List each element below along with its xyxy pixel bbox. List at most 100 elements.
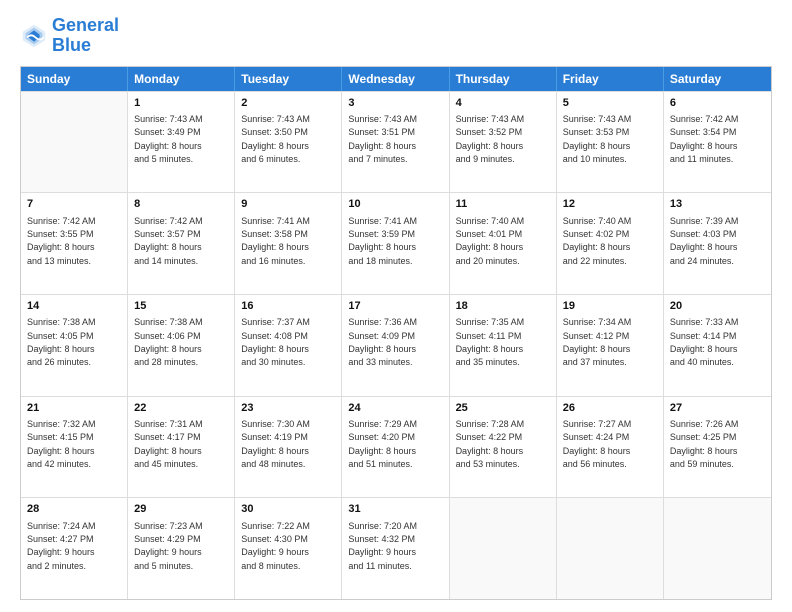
day-number: 27 <box>670 401 765 416</box>
cell-content: Sunrise: 7:37 AM Sunset: 4:08 PM Dayligh… <box>241 317 310 367</box>
day-number: 4 <box>456 96 550 111</box>
day-cell-12: 12 Sunrise: 7:40 AM Sunset: 4:02 PM Dayli… <box>557 193 664 294</box>
header-cell-wednesday: Wednesday <box>342 67 449 91</box>
day-cell-23: 23 Sunrise: 7:30 AM Sunset: 4:19 PM Dayli… <box>235 397 342 498</box>
logo: General Blue <box>20 16 119 56</box>
day-number: 21 <box>27 401 121 416</box>
calendar-row-2: 7 Sunrise: 7:42 AM Sunset: 3:55 PM Daylig… <box>21 192 771 294</box>
cell-content: Sunrise: 7:31 AM Sunset: 4:17 PM Dayligh… <box>134 419 203 469</box>
cell-content: Sunrise: 7:30 AM Sunset: 4:19 PM Dayligh… <box>241 419 310 469</box>
day-number: 3 <box>348 96 442 111</box>
header-cell-thursday: Thursday <box>450 67 557 91</box>
day-number: 30 <box>241 502 335 517</box>
header-cell-friday: Friday <box>557 67 664 91</box>
calendar: SundayMondayTuesdayWednesdayThursdayFrid… <box>20 66 772 600</box>
day-cell-6: 6 Sunrise: 7:42 AM Sunset: 3:54 PM Daylig… <box>664 92 771 193</box>
day-cell-20: 20 Sunrise: 7:33 AM Sunset: 4:14 PM Dayli… <box>664 295 771 396</box>
day-number: 22 <box>134 401 228 416</box>
header-cell-monday: Monday <box>128 67 235 91</box>
day-number: 9 <box>241 197 335 212</box>
cell-content: Sunrise: 7:42 AM Sunset: 3:55 PM Dayligh… <box>27 216 96 266</box>
cell-content: Sunrise: 7:43 AM Sunset: 3:51 PM Dayligh… <box>348 114 417 164</box>
header: General Blue <box>20 16 772 56</box>
cell-content: Sunrise: 7:26 AM Sunset: 4:25 PM Dayligh… <box>670 419 739 469</box>
cell-content: Sunrise: 7:33 AM Sunset: 4:14 PM Dayligh… <box>670 317 739 367</box>
cell-content: Sunrise: 7:36 AM Sunset: 4:09 PM Dayligh… <box>348 317 417 367</box>
cell-content: Sunrise: 7:24 AM Sunset: 4:27 PM Dayligh… <box>27 521 96 571</box>
day-number: 29 <box>134 502 228 517</box>
day-cell-15: 15 Sunrise: 7:38 AM Sunset: 4:06 PM Dayli… <box>128 295 235 396</box>
day-number: 17 <box>348 299 442 314</box>
day-cell-29: 29Sunrise: 7:23 AM Sunset: 4:29 PM Dayli… <box>128 498 235 599</box>
day-cell-26: 26 Sunrise: 7:27 AM Sunset: 4:24 PM Dayli… <box>557 397 664 498</box>
cell-content: Sunrise: 7:41 AM Sunset: 3:59 PM Dayligh… <box>348 216 417 266</box>
cell-content: Sunrise: 7:22 AM Sunset: 4:30 PM Dayligh… <box>241 521 310 571</box>
page: General Blue SundayMondayTuesdayWednesda… <box>0 0 792 612</box>
day-number: 31 <box>348 502 442 517</box>
header-cell-tuesday: Tuesday <box>235 67 342 91</box>
day-number: 2 <box>241 96 335 111</box>
day-number: 25 <box>456 401 550 416</box>
day-number: 10 <box>348 197 442 212</box>
empty-cell <box>557 498 664 599</box>
day-cell-5: 5 Sunrise: 7:43 AM Sunset: 3:53 PM Daylig… <box>557 92 664 193</box>
day-cell-31: 31Sunrise: 7:20 AM Sunset: 4:32 PM Dayli… <box>342 498 449 599</box>
day-number: 16 <box>241 299 335 314</box>
calendar-header: SundayMondayTuesdayWednesdayThursdayFrid… <box>21 67 771 91</box>
cell-content: Sunrise: 7:43 AM Sunset: 3:50 PM Dayligh… <box>241 114 310 164</box>
cell-content: Sunrise: 7:43 AM Sunset: 3:49 PM Dayligh… <box>134 114 203 164</box>
calendar-row-5: 28 Sunrise: 7:24 AM Sunset: 4:27 PM Dayli… <box>21 497 771 599</box>
day-cell-27: 27 Sunrise: 7:26 AM Sunset: 4:25 PM Dayli… <box>664 397 771 498</box>
day-cell-13: 13 Sunrise: 7:39 AM Sunset: 4:03 PM Dayli… <box>664 193 771 294</box>
day-number: 20 <box>670 299 765 314</box>
cell-content: Sunrise: 7:28 AM Sunset: 4:22 PM Dayligh… <box>456 419 525 469</box>
cell-content: Sunrise: 7:27 AM Sunset: 4:24 PM Dayligh… <box>563 419 632 469</box>
cell-content: Sunrise: 7:29 AM Sunset: 4:20 PM Dayligh… <box>348 419 417 469</box>
day-cell-28: 28 Sunrise: 7:24 AM Sunset: 4:27 PM Dayli… <box>21 498 128 599</box>
day-number: 14 <box>27 299 121 314</box>
cell-content: Sunrise: 7:39 AM Sunset: 4:03 PM Dayligh… <box>670 216 739 266</box>
day-cell-17: 17 Sunrise: 7:36 AM Sunset: 4:09 PM Dayli… <box>342 295 449 396</box>
cell-content: Sunrise: 7:38 AM Sunset: 4:06 PM Dayligh… <box>134 317 203 367</box>
cell-content: Sunrise: 7:43 AM Sunset: 3:53 PM Dayligh… <box>563 114 632 164</box>
day-number: 5 <box>563 96 657 111</box>
day-number: 26 <box>563 401 657 416</box>
day-cell-10: 10 Sunrise: 7:41 AM Sunset: 3:59 PM Dayli… <box>342 193 449 294</box>
day-number: 6 <box>670 96 765 111</box>
cell-content: Sunrise: 7:32 AM Sunset: 4:15 PM Dayligh… <box>27 419 96 469</box>
day-cell-30: 30 Sunrise: 7:22 AM Sunset: 4:30 PM Dayli… <box>235 498 342 599</box>
day-number: 15 <box>134 299 228 314</box>
cell-content: Sunrise: 7:42 AM Sunset: 3:57 PM Dayligh… <box>134 216 203 266</box>
day-cell-7: 7 Sunrise: 7:42 AM Sunset: 3:55 PM Daylig… <box>21 193 128 294</box>
cell-content: Sunrise: 7:40 AM Sunset: 4:01 PM Dayligh… <box>456 216 525 266</box>
day-number: 23 <box>241 401 335 416</box>
day-cell-14: 14Sunrise: 7:38 AM Sunset: 4:05 PM Dayli… <box>21 295 128 396</box>
cell-content: Sunrise: 7:34 AM Sunset: 4:12 PM Dayligh… <box>563 317 632 367</box>
day-cell-21: 21 Sunrise: 7:32 AM Sunset: 4:15 PM Dayli… <box>21 397 128 498</box>
cell-content: Sunrise: 7:35 AM Sunset: 4:11 PM Dayligh… <box>456 317 525 367</box>
cell-content: Sunrise: 7:43 AM Sunset: 3:52 PM Dayligh… <box>456 114 525 164</box>
calendar-row-4: 21 Sunrise: 7:32 AM Sunset: 4:15 PM Dayli… <box>21 396 771 498</box>
day-cell-8: 8 Sunrise: 7:42 AM Sunset: 3:57 PM Daylig… <box>128 193 235 294</box>
day-number: 18 <box>456 299 550 314</box>
day-cell-19: 19Sunrise: 7:34 AM Sunset: 4:12 PM Dayli… <box>557 295 664 396</box>
day-cell-11: 11Sunrise: 7:40 AM Sunset: 4:01 PM Dayli… <box>450 193 557 294</box>
logo-text-blue: Blue <box>52 36 119 56</box>
day-cell-2: 2 Sunrise: 7:43 AM Sunset: 3:50 PM Daylig… <box>235 92 342 193</box>
day-cell-3: 3 Sunrise: 7:43 AM Sunset: 3:51 PM Daylig… <box>342 92 449 193</box>
day-cell-16: 16 Sunrise: 7:37 AM Sunset: 4:08 PM Dayli… <box>235 295 342 396</box>
logo-text-general: General <box>52 16 119 36</box>
day-number: 7 <box>27 197 121 212</box>
calendar-row-1: 1 Sunrise: 7:43 AM Sunset: 3:49 PM Daylig… <box>21 91 771 193</box>
day-number: 12 <box>563 197 657 212</box>
day-number: 24 <box>348 401 442 416</box>
cell-content: Sunrise: 7:42 AM Sunset: 3:54 PM Dayligh… <box>670 114 739 164</box>
calendar-row-3: 14Sunrise: 7:38 AM Sunset: 4:05 PM Dayli… <box>21 294 771 396</box>
header-cell-sunday: Sunday <box>21 67 128 91</box>
header-cell-saturday: Saturday <box>664 67 771 91</box>
day-number: 13 <box>670 197 765 212</box>
cell-content: Sunrise: 7:40 AM Sunset: 4:02 PM Dayligh… <box>563 216 632 266</box>
day-number: 28 <box>27 502 121 517</box>
day-number: 1 <box>134 96 228 111</box>
day-number: 8 <box>134 197 228 212</box>
